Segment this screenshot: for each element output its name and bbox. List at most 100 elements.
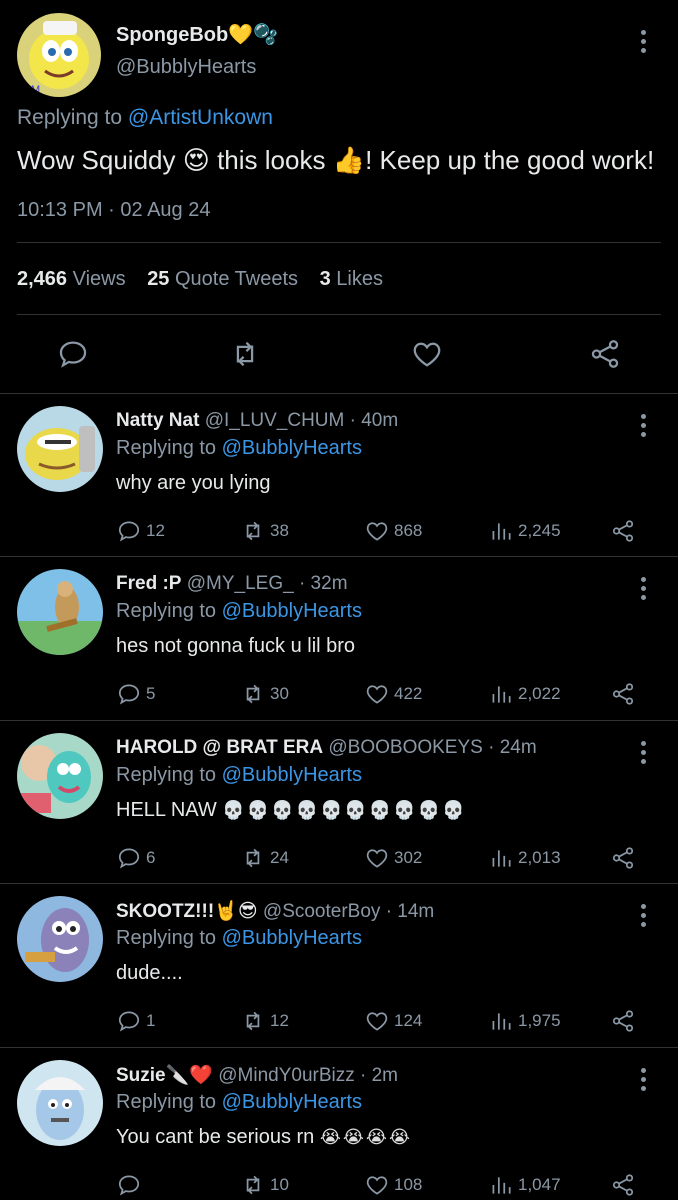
comment-button[interactable]: 5 [116,680,155,708]
more-icon[interactable] [633,577,653,601]
retweet-button[interactable]: 30 [240,680,289,708]
divider [17,242,661,243]
replying-to: Replying to @BubblyHearts [116,763,362,786]
reply-tweet[interactable]: HAROLD @ BRAT ERA @BOOBOOKEYS · 24m Repl… [0,719,678,883]
views-button[interactable]: 2,245 [488,517,561,545]
likes-count[interactable]: 3 [320,268,331,290]
views-button[interactable]: 1,047 [488,1171,561,1199]
quotes-label[interactable]: Quote Tweets [175,268,298,290]
retweet-button[interactable]: 10 [240,1171,289,1199]
reply-header: Fred :P @MY_LEG_ · 32m [116,572,348,595]
replying-to: Replying to @BubblyHearts [116,600,362,623]
comment-button[interactable] [116,1171,146,1199]
comment-icon [118,521,140,542]
like-icon [366,1012,388,1031]
display-name[interactable]: HAROLD @ BRAT ERA [116,737,323,758]
share-button[interactable] [610,680,640,708]
replying-to-link[interactable]: @BubblyHearts [222,437,362,459]
replying-to: Replying to @ArtistUnkown [17,106,273,129]
handle-time[interactable]: @MindY0urBizz · 2m [218,1065,398,1086]
like-icon[interactable] [410,337,444,371]
like-button[interactable]: 124 [364,1007,422,1035]
comment-count: 1 [146,1011,156,1031]
comment-icon[interactable] [56,337,90,371]
more-icon[interactable] [633,414,653,438]
like-count: 422 [394,684,423,704]
avatar[interactable]: M [17,13,101,97]
handle-time[interactable]: @BOOBOOKEYS · 24m [328,737,536,758]
replying-to: Replying to @BubblyHearts [116,437,362,459]
display-name[interactable]: SpongeBob💛🫧 [116,22,278,47]
likes-label[interactable]: Likes [336,268,383,290]
name-emoji: 💛🫧 [228,22,279,46]
avatar[interactable] [17,896,103,983]
handle-time[interactable]: @I_LUV_CHUM · 40m [205,410,399,431]
views-icon [492,1013,511,1030]
retweet-icon[interactable] [228,337,262,371]
views-count: 2,013 [518,847,561,867]
reply-header: Suzie🔪❤️ @MindY0urBizz · 2m [116,1063,398,1087]
retweet-button[interactable]: 12 [240,1007,289,1035]
share-button[interactable] [610,1171,640,1199]
like-button[interactable]: 302 [364,844,422,872]
reply-tweet[interactable]: Natty Nat @I_LUV_CHUM · 40m Replying to … [0,393,678,556]
quotes-count[interactable]: 25 [147,268,169,290]
comment-button[interactable]: 12 [116,517,165,545]
retweet-icon [246,521,260,541]
comment-count: 12 [146,521,165,540]
display-name[interactable]: Fred :P [116,573,181,594]
share-icon [612,520,634,542]
main-tweet: M SpongeBob💛🫧 @BubblyHearts Replying to … [0,0,678,393]
share-button[interactable] [610,844,640,872]
like-icon [366,1175,388,1195]
replying-to-link[interactable]: @BubblyHearts [222,600,362,622]
views-button[interactable]: 1,975 [488,1007,561,1035]
handle-time[interactable]: @ScooterBoy · 14m [263,901,434,922]
retweet-button[interactable]: 24 [240,844,289,872]
avatar[interactable] [17,406,103,492]
comment-icon [118,684,140,705]
retweet-button[interactable]: 38 [240,517,289,545]
reply-tweet[interactable]: SKOOTZ!!!🤘😎 @ScooterBoy · 14m Replying t… [0,883,678,1046]
more-icon[interactable] [633,1067,653,1092]
replying-to-link[interactable]: @ArtistUnkown [128,106,273,129]
share-button[interactable] [610,517,640,545]
tweet-stats: 2,466 Views 25 Quote Tweets 3 Likes [17,268,399,291]
avatar[interactable] [17,1059,103,1146]
like-button[interactable]: 868 [364,517,422,545]
like-button[interactable]: 422 [364,680,422,708]
replying-to-link[interactable]: @BubblyHearts [222,764,362,786]
handle[interactable]: @BubblyHearts [116,56,256,79]
reply-header: SKOOTZ!!!🤘😎 @ScooterBoy · 14m [116,899,434,923]
reply-tweet[interactable]: Fred :P @MY_LEG_ · 32m Replying to @Bubb… [0,556,678,719]
reply-text: hes not gonna fuck u lil bro [116,635,356,658]
views-label: Views [72,268,126,290]
reply-text: HELL NAW 💀💀💀💀💀💀💀💀💀💀 [116,798,467,821]
display-name[interactable]: Natty Nat [116,410,199,431]
share-button[interactable] [610,1007,640,1035]
more-icon[interactable] [633,740,653,765]
comment-count: 6 [146,847,156,867]
views-button[interactable]: 2,013 [488,844,561,872]
reply-header: HAROLD @ BRAT ERA @BOOBOOKEYS · 24m [116,736,537,759]
replying-to-link[interactable]: @BubblyHearts [222,1091,362,1113]
comment-button[interactable]: 6 [116,844,155,872]
views-icon [492,686,511,704]
reply-tweet[interactable]: Suzie🔪❤️ @MindY0urBizz · 2m Replying to … [0,1046,678,1200]
retweet-count: 38 [270,521,289,540]
more-icon[interactable] [633,904,653,928]
views-button[interactable]: 2,022 [488,680,561,708]
display-name[interactable]: Suzie [116,1065,166,1086]
retweet-icon [246,848,260,868]
display-name[interactable]: SKOOTZ!!! [116,901,214,922]
like-button[interactable]: 108 [364,1171,422,1199]
comment-button[interactable]: 1 [116,1007,155,1035]
share-icon[interactable] [588,337,622,371]
avatar[interactable] [17,732,103,819]
replying-to-link[interactable]: @BubblyHearts [222,927,362,949]
more-icon[interactable] [633,30,653,54]
avatar[interactable] [17,569,103,656]
share-icon [612,1010,634,1032]
handle-time[interactable]: @MY_LEG_ · 32m [187,573,348,594]
retweet-count: 10 [270,1174,289,1194]
